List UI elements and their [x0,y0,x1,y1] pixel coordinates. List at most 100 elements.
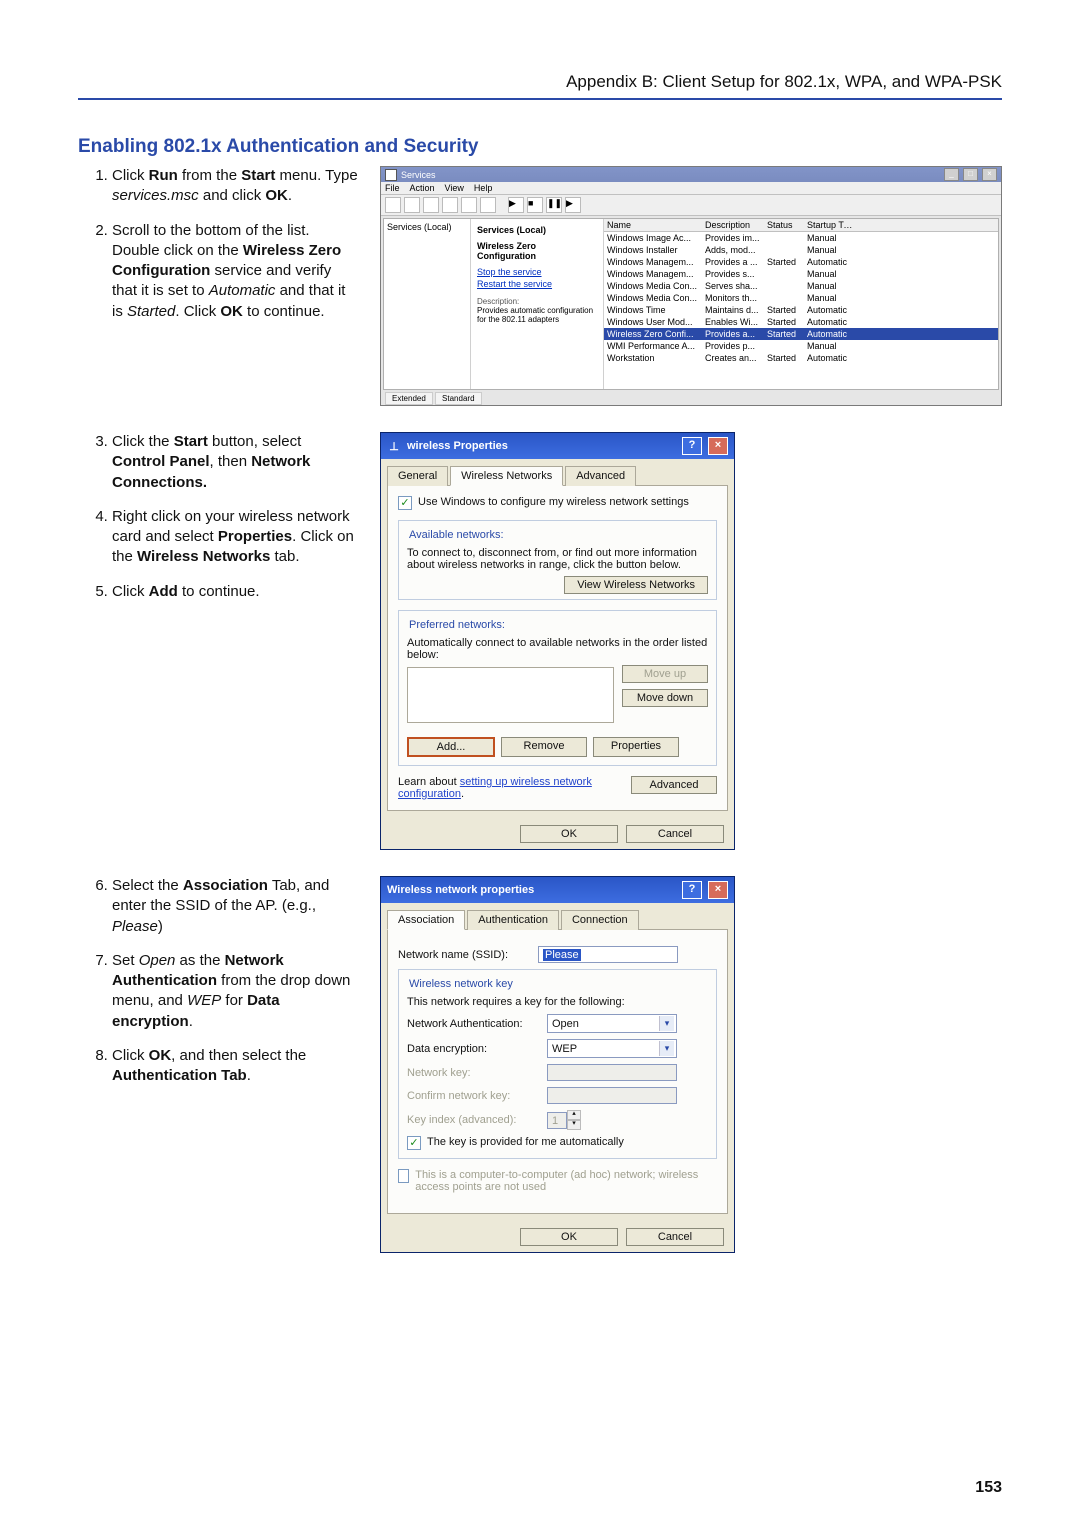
tree-root[interactable]: Services (Local) [387,222,452,232]
step-1: Click Run from the Start menu. Type serv… [112,166,358,207]
section-title: Enabling 802.1x Authentication and Secur… [78,136,1002,158]
tool-fwd-icon[interactable] [404,197,420,213]
chevron-down-icon: ▾ [659,1016,674,1031]
preferred-networks-list[interactable] [407,667,614,723]
wireless-icon: ⊥ [387,439,401,453]
tab-authentication[interactable]: Authentication [467,910,559,930]
table-cell: Windows Time [604,304,702,316]
table-cell: Provides a... [702,328,764,340]
remove-button[interactable]: Remove [501,737,587,757]
tool-play-icon[interactable]: ▶ [508,197,524,213]
add-button[interactable]: Add... [407,737,495,757]
cancel-button[interactable]: Cancel [626,825,724,843]
network-properties-title: Wireless network properties [387,884,534,896]
available-networks-text: To connect to, disconnect from, or find … [407,547,708,571]
ok-button[interactable]: OK [520,1228,618,1246]
col-startup-type[interactable]: Startup Type [804,219,856,231]
tool-export-icon[interactable] [461,197,477,213]
help-button[interactable]: ? [682,881,702,899]
minimize-button[interactable]: _ [944,168,959,181]
table-row[interactable]: Windows Managem...Provides s...Manual [604,268,998,280]
tab-connection[interactable]: Connection [561,910,639,930]
help-button[interactable]: ? [682,437,702,455]
tool-restart-icon[interactable]: ▶ [565,197,581,213]
tool-properties-icon[interactable] [442,197,458,213]
tab-standard[interactable]: Standard [435,392,481,405]
confirm-key-input [547,1087,677,1104]
ssid-input[interactable]: Please [538,946,678,963]
table-row[interactable]: Windows Managem...Provides a ...StartedA… [604,256,998,268]
table-row[interactable]: Windows Media Con...Monitors th...Manual [604,292,998,304]
tab-extended[interactable]: Extended [385,392,433,405]
table-cell: Automatic [804,316,856,328]
services-window: Services _ □ × File Action View Help [380,166,1002,406]
close-button[interactable]: × [708,881,728,899]
key-auto-checkbox[interactable]: ✓ [407,1136,421,1150]
view-wireless-networks-button[interactable]: View Wireless Networks [564,576,708,594]
menu-view[interactable]: View [445,183,464,193]
tab-association[interactable]: Association [387,910,465,930]
ok-button[interactable]: OK [520,825,618,843]
close-button[interactable]: × [982,168,997,181]
col-name[interactable]: Name [604,219,702,231]
services-titlebar[interactable]: Services _ □ × [381,167,1001,182]
use-windows-checkbox-row[interactable]: ✓ Use Windows to configure my wireless n… [398,496,717,510]
table-cell: Windows Media Con... [604,292,702,304]
tab-general[interactable]: General [387,466,448,486]
mid-title: Services (Local) [477,225,597,235]
table-row[interactable]: Windows Media Con...Serves sha...Manual [604,280,998,292]
table-row[interactable]: WorkstationCreates an...StartedAutomatic [604,352,998,364]
data-encryption-select[interactable]: WEP▾ [547,1039,677,1058]
use-windows-checkbox[interactable]: ✓ [398,496,412,510]
table-cell: Windows Installer [604,244,702,256]
table-row[interactable]: Windows TimeMaintains d...StartedAutomat… [604,304,998,316]
cancel-button[interactable]: Cancel [626,1228,724,1246]
step-3: Click the Start button, select Control P… [112,432,358,493]
adhoc-checkbox-row[interactable]: ✓ This is a computer-to-computer (ad hoc… [398,1169,717,1193]
properties-button[interactable]: Properties [593,737,679,757]
services-menubar[interactable]: File Action View Help [381,182,1001,195]
table-cell: Started [764,328,804,340]
tool-pause-icon[interactable]: ❚❚ [546,197,562,213]
tool-stop-icon[interactable]: ■ [527,197,543,213]
table-cell: Windows Image Ac... [604,232,702,244]
services-icon [385,169,397,181]
steps-list-c: Select the Association Tab, and enter th… [78,876,358,1086]
desc-text: Provides automatic configuration for the… [477,306,597,324]
table-cell: Manual [804,340,856,352]
menu-help[interactable]: Help [474,183,493,193]
maximize-button[interactable]: □ [963,168,978,181]
stop-service-link[interactable]: Stop the service [477,267,597,277]
col-description[interactable]: Description [702,219,764,231]
wireless-tabs: General Wireless Networks Advanced [381,459,734,485]
tab-advanced[interactable]: Advanced [565,466,636,486]
move-up-button[interactable]: Move up [622,665,708,683]
tool-icon[interactable] [423,197,439,213]
close-button[interactable]: × [708,437,728,455]
table-cell: Started [764,316,804,328]
move-down-button[interactable]: Move down [622,689,708,707]
table-row[interactable]: Windows InstallerAdds, mod...Manual [604,244,998,256]
network-auth-select[interactable]: Open▾ [547,1014,677,1033]
adhoc-checkbox[interactable]: ✓ [398,1169,409,1183]
tool-refresh-icon[interactable] [480,197,496,213]
table-row[interactable]: Wireless Zero Confi...Provides a...Start… [604,328,998,340]
tab-wireless-networks[interactable]: Wireless Networks [450,466,563,486]
table-row[interactable]: WMI Performance A...Provides p...Manual [604,340,998,352]
available-networks-group: Available networks: [405,529,508,541]
table-row[interactable]: Windows User Mod...Enables Wi...StartedA… [604,316,998,328]
services-tabs[interactable]: Extended Standard [381,392,1001,405]
restart-service-link[interactable]: Restart the service [477,279,597,289]
tool-back-icon[interactable] [385,197,401,213]
table-row[interactable]: Windows Image Ac...Provides im...Manual [604,232,998,244]
advanced-button[interactable]: Advanced [631,776,717,794]
table-header[interactable]: Name Description Status Startup Type [604,219,998,232]
step-2: Scroll to the bottom of the list. Double… [112,221,358,322]
network-properties-titlebar[interactable]: Wireless network properties ? × [381,877,734,903]
menu-action[interactable]: Action [410,183,435,193]
col-status[interactable]: Status [764,219,804,231]
key-auto-checkbox-row[interactable]: ✓ The key is provided for me automatical… [407,1136,708,1150]
menu-file[interactable]: File [385,183,400,193]
wireless-properties-titlebar[interactable]: ⊥ wireless Properties ? × [381,433,734,459]
services-tree[interactable]: Services (Local) [384,219,471,389]
